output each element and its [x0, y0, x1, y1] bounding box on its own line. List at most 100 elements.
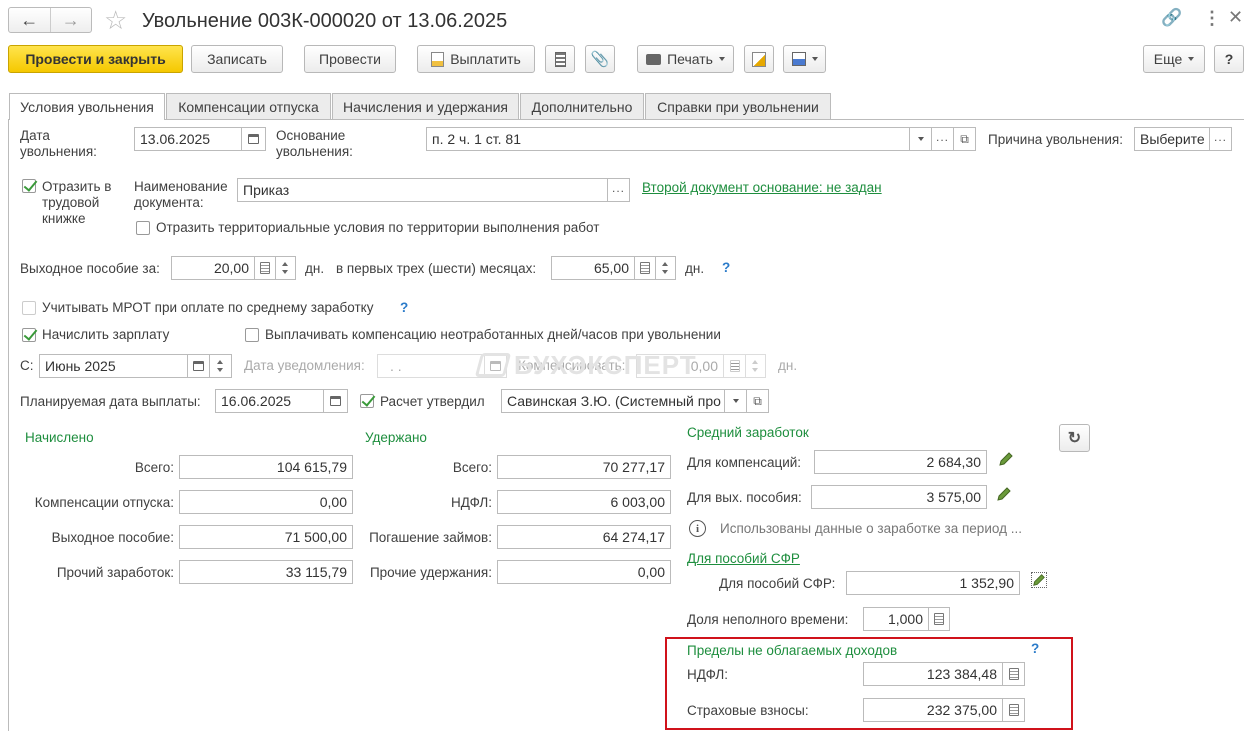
calculator-icon — [260, 262, 270, 274]
forward-arrow-icon[interactable]: → — [51, 8, 92, 32]
from-calendar-button[interactable] — [188, 354, 210, 378]
reason-select-button[interactable]: ... — [1210, 127, 1232, 151]
info-icon: i — [689, 520, 706, 537]
paperclip-icon: 📎 — [590, 51, 610, 68]
more-vertical-icon[interactable]: ⋮ — [1203, 9, 1221, 27]
severance-calc-button[interactable] — [255, 256, 276, 280]
limits-insurance-calc-button[interactable] — [1003, 698, 1025, 722]
report-button[interactable] — [744, 45, 774, 73]
help-button[interactable]: ? — [1214, 45, 1244, 73]
ellipsis-icon: ... — [1213, 130, 1227, 144]
approved-by-dropdown[interactable] — [725, 389, 747, 413]
docname-label: Наименование документа: — [134, 179, 228, 210]
refresh-button[interactable]: ↻ — [1059, 424, 1090, 452]
mrot-help-icon[interactable]: ? — [400, 300, 408, 316]
more-button-label: Еще — [1153, 51, 1183, 67]
close-icon[interactable]: ✕ — [1228, 8, 1243, 26]
print-button[interactable]: Печать — [637, 45, 734, 73]
more-button[interactable]: Еще — [1143, 45, 1205, 73]
create-based-button[interactable] — [783, 45, 826, 73]
approved-checkbox[interactable] — [360, 394, 374, 408]
reason-input[interactable]: Выберите — [1134, 127, 1210, 151]
severance-days-input[interactable]: 20,00 — [171, 256, 255, 280]
tab-certificates[interactable]: Справки при увольнении — [645, 93, 831, 119]
basis-dropdown-button[interactable] — [910, 127, 932, 151]
severance-spinner[interactable] — [276, 256, 296, 280]
pay-doc-icon — [431, 51, 445, 67]
avg-info-text: Использованы данные о заработке за перио… — [720, 521, 1022, 536]
avg-comp-value: 2 684,30 — [814, 450, 987, 474]
accrued-vacation-comp-label: Компенсации отпуска: — [34, 495, 174, 510]
accrued-header: Начислено — [25, 430, 94, 445]
parttime-calc-button[interactable] — [929, 607, 950, 631]
withheld-header: Удержано — [365, 430, 427, 445]
approved-by-input[interactable]: Савинская З.Ю. (Системный про — [501, 389, 725, 413]
post-button[interactable]: Провести — [304, 45, 396, 73]
edit-pencil-icon[interactable] — [996, 486, 1012, 502]
first-months-calc-button[interactable] — [635, 256, 656, 280]
severance-help-icon[interactable]: ? — [722, 260, 730, 276]
first-months-spinner[interactable] — [656, 256, 676, 280]
territorial-checkbox[interactable] — [136, 221, 150, 235]
chevron-down-icon — [1188, 57, 1195, 61]
limits-help-icon[interactable]: ? — [1031, 641, 1039, 657]
dismissal-date-calendar-button[interactable] — [242, 127, 266, 151]
back-arrow-icon[interactable]: ← — [9, 8, 51, 32]
chevron-down-icon — [811, 57, 818, 61]
basis-select-button[interactable]: ... — [932, 127, 954, 151]
dismissal-date-input[interactable]: 13.06.2025 — [134, 127, 242, 151]
withheld-loans-label: Погашение займов: — [369, 530, 492, 545]
accrued-severance-value: 71 500,00 — [179, 525, 353, 549]
post-and-close-button[interactable]: Провести и закрыть — [8, 45, 183, 73]
limits-insurance-value[interactable]: 232 375,00 — [863, 698, 1003, 722]
workbook-checkbox[interactable] — [22, 179, 36, 193]
link-icon[interactable]: 🔗 — [1161, 9, 1182, 26]
basis-input[interactable]: п. 2 ч. 1 ст. 81 — [426, 127, 910, 151]
parttime-value[interactable]: 1,000 — [863, 607, 929, 631]
planned-pay-calendar-button[interactable] — [324, 389, 348, 413]
limits-ndfl-calc-button[interactable] — [1003, 662, 1025, 686]
notice-date-input[interactable]: . . — [377, 354, 485, 378]
mrot-checkbox[interactable] — [22, 301, 36, 315]
window-title: Увольнение 003К-000020 от 13.06.2025 — [142, 10, 508, 32]
calculator-icon — [640, 262, 650, 274]
tab-accruals-deductions[interactable]: Начисления и удержания — [332, 93, 519, 119]
second-basis-link[interactable]: Второй документ основание: не задан — [642, 180, 882, 196]
edit-pencil-icon[interactable] — [1031, 572, 1047, 588]
pay-comp-checkbox[interactable] — [245, 328, 259, 342]
avg-severance-value: 3 575,00 — [811, 485, 987, 509]
basis-open-button[interactable]: ⧉ — [954, 127, 976, 151]
accrue-salary-checkbox[interactable] — [22, 328, 36, 342]
from-period-input[interactable]: Июнь 2025 — [39, 354, 188, 378]
pay-button[interactable]: Выплатить — [417, 45, 535, 73]
open-window-icon: ⧉ — [960, 131, 969, 146]
limits-header: Пределы не облагаемых доходов — [687, 643, 898, 658]
tabs-bottom-line — [8, 119, 1244, 120]
report-clock-icon — [752, 51, 766, 67]
average-header: Средний заработок — [687, 425, 809, 440]
approved-by-open-button[interactable]: ⧉ — [747, 389, 769, 413]
docname-select-button[interactable]: ... — [608, 178, 630, 202]
compensate-spinner[interactable] — [746, 354, 766, 378]
sfr-link[interactable]: Для пособий СФР — [687, 551, 800, 567]
pay-comp-label: Выплачивать компенсацию неотработанных д… — [265, 327, 721, 342]
docname-input[interactable]: Приказ — [237, 178, 608, 202]
accrued-vacation-comp-value: 0,00 — [179, 490, 353, 514]
first-months-input[interactable]: 65,00 — [551, 256, 635, 280]
write-button[interactable]: Записать — [191, 45, 283, 73]
withheld-total-value: 70 277,17 — [497, 455, 671, 479]
limits-ndfl-value[interactable]: 123 384,48 — [863, 662, 1003, 686]
tab-vacation-compensation[interactable]: Компенсации отпуска — [166, 93, 331, 119]
edit-pencil-icon[interactable] — [998, 451, 1014, 467]
planned-pay-label: Планируемая дата выплаты: — [20, 394, 201, 409]
favorite-star-icon[interactable]: ☆ — [104, 6, 127, 34]
tab-additional[interactable]: Дополнительно — [520, 93, 644, 119]
from-spinner[interactable] — [210, 354, 232, 378]
tab-dismissal-conditions[interactable]: Условия увольнения — [9, 93, 165, 120]
dismissal-date-label: Дата увольнения: — [20, 128, 97, 159]
ellipsis-icon: ... — [611, 181, 625, 195]
journal-button[interactable] — [545, 45, 575, 73]
planned-pay-input[interactable]: 16.06.2025 — [215, 389, 324, 413]
attach-button[interactable]: 📎 — [585, 45, 615, 73]
compensate-calc-button[interactable] — [724, 354, 746, 378]
